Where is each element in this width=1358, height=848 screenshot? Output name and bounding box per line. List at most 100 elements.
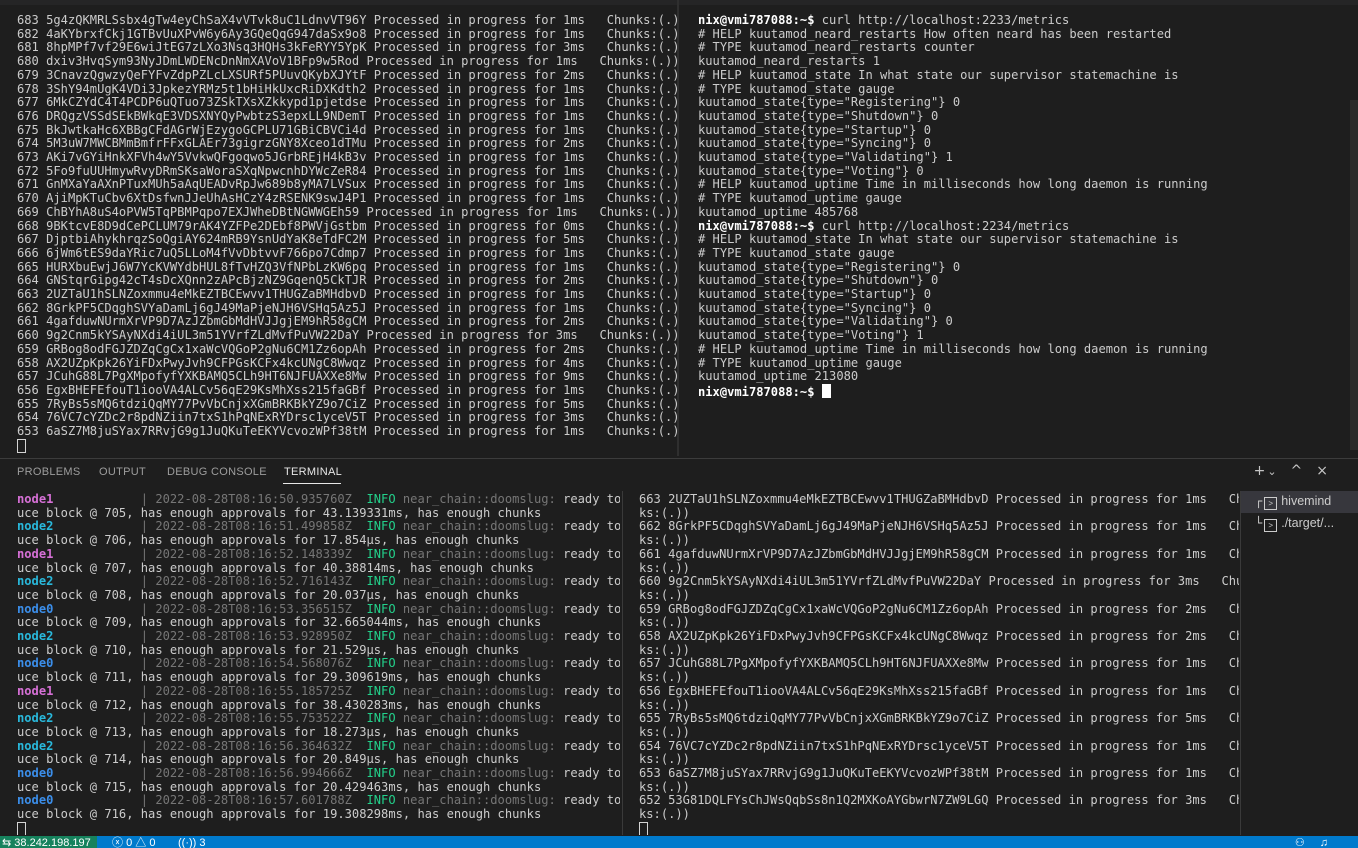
log-line: 660 9g2Cnm5kYSAyNXdi4iUL3m51YVrfZLdMvfPu… bbox=[17, 328, 677, 343]
metrics-line: kuutamod_state{type="Shutdown"} 0 bbox=[698, 108, 939, 123]
log-target: near_chain::doomslug: bbox=[402, 683, 556, 698]
log-timestamp: 2022-08-28T08:16:54.568076Z bbox=[155, 656, 352, 671]
log-line: ks:(.)) bbox=[639, 807, 690, 822]
problems-indicator[interactable]: ⓧ 0 △ 0 bbox=[112, 836, 155, 848]
node-label: node2 bbox=[17, 711, 54, 726]
metrics-line: kuutamod_state{type="Validating"} 0 bbox=[698, 314, 953, 329]
top-right-terminal[interactable]: nix@vmi787088:~$ curl http://localhost:2… bbox=[679, 0, 1358, 456]
terminal-cursor bbox=[821, 383, 831, 398]
log-line: 659 GRBog8odFGJZDZqCgCx1xaWcVQGoP2gNu6CM… bbox=[639, 601, 1239, 616]
log-timestamp: 2022-08-28T08:16:57.601788Z bbox=[155, 793, 352, 808]
bell-icon[interactable]: ♫ bbox=[1320, 837, 1328, 848]
add-terminal-icon[interactable]: + bbox=[1254, 463, 1266, 479]
log-separator: | bbox=[118, 766, 156, 781]
log-message: ready to prod bbox=[563, 711, 620, 726]
error-icon: ⓧ bbox=[112, 837, 127, 848]
tab-debug-console[interactable]: DEBUG CONSOLE bbox=[167, 466, 267, 478]
log-line: 654 76VC7cYZDc2r8pdNZiin7txS1hPqNExRYDrs… bbox=[639, 738, 1239, 753]
log-entry: node1 | 2022-08-28T08:16:50.935760Z INFO… bbox=[17, 492, 620, 520]
node-label: node0 bbox=[17, 601, 54, 616]
node-label: node2 bbox=[17, 574, 54, 589]
log-message-cont: uce block @ 708, has enough approvals fo… bbox=[17, 587, 520, 602]
log-line: ks:(.)) bbox=[639, 670, 690, 685]
log-message-cont: uce block @ 712, has enough approvals fo… bbox=[17, 697, 542, 712]
log-line: 673 AKi7vGYiHnkXFVh4wY5VvkwQFgoqwo5JGrbR… bbox=[17, 150, 677, 165]
log-target: near_chain::doomslug: bbox=[402, 519, 556, 534]
log-line: 660 9g2Cnm5kYSAyNXdi4iUL3m51YVrfZLdMvfPu… bbox=[639, 574, 1239, 589]
log-line: 666 6jWm6tES9daYRic7uQ5LLoM4fVvDbtvvF766… bbox=[17, 245, 677, 260]
metrics-line: kuutamod_state{type="Validating"} 1 bbox=[698, 150, 953, 165]
log-level: INFO bbox=[366, 738, 396, 753]
log-line: 659 GRBog8odFGJZDZqCgCx1xaWcVQGoP2gNu6CM… bbox=[17, 341, 677, 356]
log-message-cont: uce block @ 705, has enough approvals fo… bbox=[17, 505, 542, 520]
log-line: 683 5g4zQKMRLSsbx4gTw4eyChSaX4vVTvk8uC1L… bbox=[17, 13, 677, 27]
log-line: 665 HURXbuEwjJ6W7YcKVWYdbHUL8fTvHZQ3VfNP… bbox=[17, 259, 677, 274]
close-panel-icon[interactable]: × bbox=[1316, 463, 1328, 479]
panel-tab-bar: PROBLEMS OUTPUT DEBUG CONSOLE TERMINAL +… bbox=[0, 459, 1358, 487]
log-target: near_chain::doomslug: bbox=[402, 656, 556, 671]
tab-problems[interactable]: PROBLEMS bbox=[17, 466, 81, 478]
ports-indicator[interactable]: ((·)) 3 bbox=[178, 836, 206, 848]
log-timestamp: 2022-08-28T08:16:56.994666Z bbox=[155, 766, 352, 781]
metrics-line: kuutamod_state{type="Voting"} 1 bbox=[698, 328, 924, 343]
prompt-suffix-2: :~$ bbox=[792, 218, 822, 233]
terminal-item-hivemind[interactable]: ┌ > hivemind bbox=[1241, 491, 1358, 513]
log-message: ready to prod bbox=[563, 656, 620, 671]
log-line: 658 AX2UZpKpk26YiFDxPwyJvh9CFPGsKCFx4kcU… bbox=[17, 355, 677, 370]
status-bar: ⇆ 38.242.198.197 ⓧ 0 △ 0 ((·)) 3 ⚇ ♫ bbox=[0, 836, 1358, 848]
metrics-block-1: # HELP kuutamod_neard_restarts How often… bbox=[698, 27, 1208, 219]
tab-terminal[interactable]: TERMINAL bbox=[284, 466, 342, 478]
log-separator: | bbox=[118, 629, 156, 644]
terminal-item-target[interactable]: └ > ./target/... bbox=[1255, 516, 1334, 532]
log-message-cont: uce block @ 711, has enough approvals fo… bbox=[17, 670, 542, 685]
top-left-terminal[interactable]: 683 5g4zQKMRLSsbx4gTw4eyChSaX4vVTvk8uC1L… bbox=[0, 0, 677, 456]
terminal-item-label: hivemind bbox=[1281, 494, 1332, 508]
metrics-line: kuutamod_neard_restarts 1 bbox=[698, 54, 881, 69]
prompt-user-3: nix@vmi787088 bbox=[698, 384, 793, 399]
terminal-list: ┌ > hivemind └ > ./target/... bbox=[1240, 491, 1358, 835]
log-message-cont: uce block @ 715, has enough approvals fo… bbox=[17, 779, 542, 794]
block-log-output-2: 663 2UZTaU1hSLNZoxmmu4eMkEZTBCEwvv1THUGZ… bbox=[639, 492, 1239, 835]
log-line: 678 3ShY94mUgK4VDi3JpkezYRMz5t1bHiHkUxcR… bbox=[17, 81, 677, 96]
log-entry: node0 | 2022-08-28T08:16:53.356515Z INFO… bbox=[17, 602, 620, 630]
log-line: ks:(.)) bbox=[639, 505, 690, 520]
tree-connector: ┌ bbox=[1255, 494, 1263, 508]
node-log-terminal[interactable]: node1 | 2022-08-28T08:16:50.935760Z INFO… bbox=[0, 491, 620, 835]
log-line: 663 2UZTaU1hSLNZoxmmu4eMkEZTBCEwvv1THUGZ… bbox=[639, 492, 1239, 506]
chevron-down-icon[interactable]: ⌄ bbox=[1267, 465, 1276, 478]
log-line: 680 dxiv3HvqSym93NyJDmLWDENcDnNmXAVoV1BF… bbox=[17, 54, 677, 69]
log-line: ks:(.)) bbox=[639, 533, 690, 548]
log-separator: | bbox=[118, 683, 156, 698]
log-message-cont: uce block @ 706, has enough approvals fo… bbox=[17, 533, 520, 548]
log-line: ks:(.)) bbox=[639, 642, 690, 657]
maximize-panel-icon[interactable]: ^ bbox=[1291, 463, 1303, 479]
editor-tab-strip-right bbox=[679, 0, 1358, 5]
log-line: 664 GNStqrGipg42cT4sDcXQnn2zAPcBjzNZ9Gqe… bbox=[17, 273, 677, 288]
log-level: INFO bbox=[366, 766, 396, 781]
account-icon[interactable]: ⚇ bbox=[1295, 837, 1305, 848]
log-separator: | bbox=[118, 793, 156, 808]
prompt-suffix-3: :~$ bbox=[792, 384, 822, 399]
log-line: 658 AX2UZpKpk26YiFDxPwyJvh9CFPGsKCFx4kcU… bbox=[639, 629, 1239, 644]
metrics-line: # TYPE kuutamod_state gauge bbox=[698, 81, 895, 96]
editor-tab-strip bbox=[0, 0, 677, 5]
log-message: ready to prod bbox=[563, 492, 620, 506]
terminal-item-label: ./target/... bbox=[1281, 516, 1335, 530]
log-separator: | bbox=[118, 711, 156, 726]
tab-output[interactable]: OUTPUT bbox=[99, 466, 146, 478]
log-line: ks:(.)) bbox=[639, 779, 690, 794]
block-log-terminal-2[interactable]: 663 2UZTaU1hSLNZoxmmu4eMkEZTBCEwvv1THUGZ… bbox=[622, 491, 1239, 835]
log-line: 661 4gafduwNUrmXrVP9D7AzJZbmGbMdHVJJgjEM… bbox=[639, 546, 1239, 561]
log-message: ready to prod bbox=[563, 793, 620, 808]
prompt-suffix: :~$ bbox=[792, 13, 822, 27]
scrollbar-thumb[interactable] bbox=[1350, 100, 1358, 450]
metrics-line: # HELP kuutamod_neard_restarts How often… bbox=[698, 26, 1172, 41]
remote-indicator[interactable]: ⇆ 38.242.198.197 bbox=[0, 836, 97, 848]
log-line: 669 ChBYhA8uS4oPVW5TqPBMPqpo7EXJWheDBtNG… bbox=[17, 204, 677, 219]
warning-icon: △ bbox=[135, 837, 150, 848]
log-target: near_chain::doomslug: bbox=[402, 546, 556, 561]
log-target: near_chain::doomslug: bbox=[402, 574, 556, 589]
log-target: near_chain::doomslug: bbox=[402, 629, 556, 644]
log-line: 657 JCuhG88L7PgXMpofyfYXKBAMQ5CLh9HT6NJF… bbox=[17, 369, 677, 384]
metrics-line: # TYPE kuutamod_state gauge bbox=[698, 245, 895, 260]
